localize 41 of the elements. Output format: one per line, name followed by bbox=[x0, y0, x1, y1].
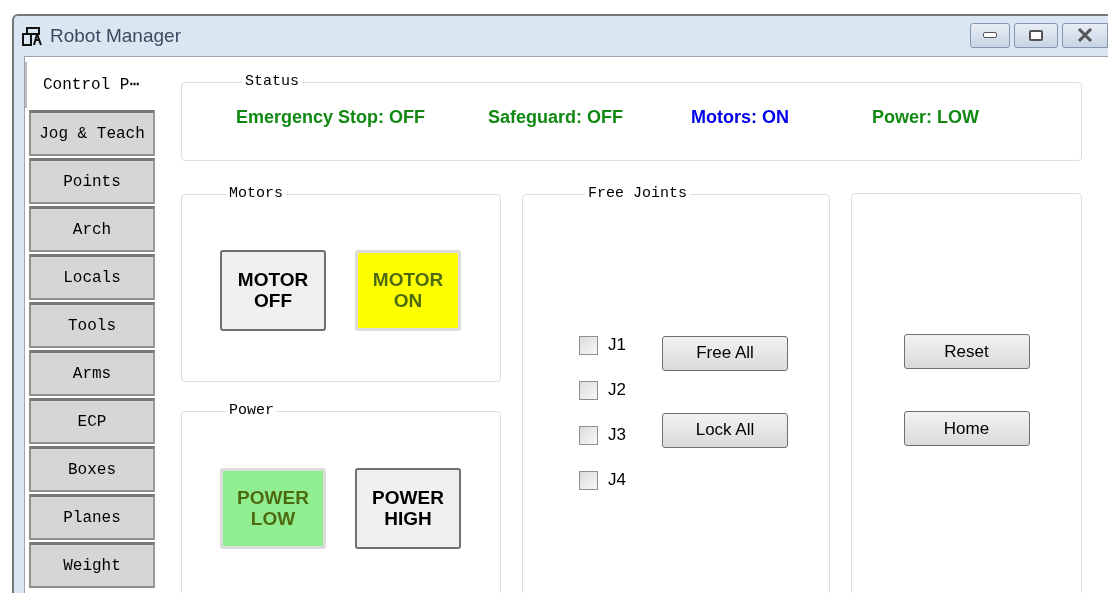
window-title: Robot Manager bbox=[50, 23, 181, 48]
joint-checkbox[interactable] bbox=[579, 380, 598, 400]
side-tab[interactable]: Planes bbox=[29, 494, 155, 540]
minimize-button[interactable] bbox=[970, 22, 1010, 48]
joint-checkbox[interactable] bbox=[579, 335, 598, 355]
side-tab[interactable]: Tools bbox=[29, 302, 155, 348]
side-tab[interactable]: Arms bbox=[29, 350, 155, 396]
side-tab[interactable]: Jog & Teach bbox=[29, 110, 155, 156]
group-title: Free Joints bbox=[587, 184, 689, 204]
group-title: Status bbox=[244, 72, 300, 92]
side-tab[interactable]: Points bbox=[29, 158, 155, 204]
side-tab[interactable]: Weight bbox=[29, 542, 155, 588]
action-button[interactable]: Reset bbox=[903, 334, 1030, 369]
joint-checkbox[interactable] bbox=[579, 470, 598, 490]
toggle-button[interactable]: POWER LOW bbox=[220, 467, 326, 549]
minimize-icon bbox=[983, 32, 997, 38]
joint-label: J3 bbox=[608, 424, 626, 447]
maximize-icon bbox=[1029, 29, 1043, 41]
action-button[interactable]: Lock All bbox=[661, 412, 788, 448]
toggle-button[interactable]: MOTOR ON bbox=[355, 249, 461, 331]
side-tab[interactable]: ECP bbox=[29, 398, 155, 444]
joint-checkbox[interactable] bbox=[579, 425, 598, 445]
action-button[interactable]: Home bbox=[903, 411, 1030, 446]
side-tab[interactable]: Arch bbox=[29, 206, 155, 252]
maximize-button[interactable] bbox=[1014, 22, 1058, 48]
status-text: Motors: ON bbox=[691, 105, 790, 129]
action-button[interactable]: Free All bbox=[661, 335, 788, 371]
status-text: Safeguard: OFF bbox=[488, 105, 624, 129]
status-text: Power: LOW bbox=[872, 105, 980, 129]
status-text: Emergency Stop: OFF bbox=[236, 105, 427, 129]
close-button[interactable] bbox=[1062, 22, 1108, 48]
joint-label: J1 bbox=[608, 334, 626, 357]
toggle-button[interactable]: POWER HIGH bbox=[355, 467, 461, 549]
close-icon bbox=[1077, 28, 1093, 42]
group-title: Motors bbox=[228, 184, 284, 204]
side-tab[interactable]: Boxes bbox=[29, 446, 155, 492]
joint-label: J4 bbox=[608, 469, 626, 492]
toggle-button[interactable]: MOTOR OFF bbox=[220, 249, 326, 331]
side-tab[interactable]: Locals bbox=[29, 254, 155, 300]
group-title: Power bbox=[228, 401, 275, 421]
joint-label: J2 bbox=[608, 379, 626, 402]
